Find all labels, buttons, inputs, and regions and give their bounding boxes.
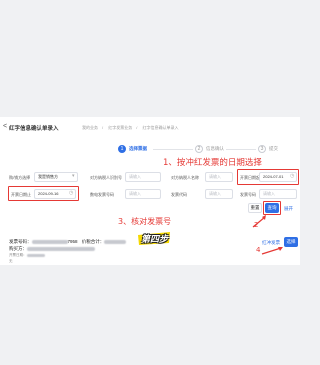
redacted-amount: [104, 239, 127, 244]
step-number: 2: [195, 145, 203, 153]
invoice-code-label: 发票代码: [171, 192, 187, 197]
step-label: 信息确认: [206, 146, 224, 151]
annotation-arrow-2: [252, 215, 266, 228]
breadcrumb-separator: /: [102, 125, 104, 130]
back-arrow-icon[interactable]: <: [3, 123, 7, 130]
annotation-step-3: 3、核对发票号: [118, 217, 172, 226]
breadcrumb-item: 红字信息确认单录入: [142, 125, 179, 130]
step-1: 1 选择票据: [118, 145, 147, 153]
select-button[interactable]: 选择: [284, 237, 298, 247]
annotation-step-2: 2: [254, 221, 259, 229]
page-title: 红字信息确认单录入: [9, 126, 59, 132]
step-number: 3: [258, 145, 266, 153]
highlight-query-button: [263, 201, 281, 215]
invoice-number-label: 发票号码: [240, 192, 256, 197]
reset-button[interactable]: 重置: [248, 203, 262, 213]
counterparty-name-label: 对方纳税人名称: [171, 175, 199, 180]
highlight-start-date: [237, 169, 299, 185]
invoice-date-row: 开票日期：: [9, 253, 45, 258]
breadcrumb: 我的业务 / 红字发票业务 / 红字信息确认单录入: [82, 125, 183, 131]
buyer-label: 购买方：: [9, 246, 27, 251]
annotation-step-1: 1、按冲红发票的日期选择: [163, 158, 262, 168]
step-2: 2 信息确认: [195, 145, 224, 153]
invoice-number-row: 发票号码： 7958 价税合计：: [9, 239, 127, 245]
expand-link[interactable]: 展开: [284, 206, 293, 212]
annotation-arrow-4: [261, 247, 283, 255]
step-label: 选择票据: [129, 146, 147, 151]
chevron-down-icon: ▾: [72, 173, 75, 179]
date-label: 开票日期：: [9, 253, 27, 257]
screen: < 红字信息确认单录入 我的业务 / 红字发票业务 / 红字信息确认单录入 1 选择…: [0, 0, 300, 365]
step-connector: [226, 149, 256, 150]
redacted-buyer: [27, 246, 95, 251]
invoice-buyer-row: 购买方：: [9, 246, 95, 252]
redacted-text: [31, 239, 68, 244]
step-label: 提交: [269, 146, 278, 151]
counterparty-name-input[interactable]: 请输入: [205, 172, 233, 182]
invoice-no-label: 数电发票号码: [90, 192, 114, 197]
breadcrumb-item[interactable]: 红字发票业务: [108, 125, 132, 130]
invoice-note: 无: [9, 259, 13, 263]
step-3: 3 提交: [258, 145, 278, 153]
invoice-no-suffix: 7958: [67, 239, 78, 244]
step-number: 1: [118, 145, 126, 153]
annotation-step-4: 4: [256, 246, 261, 254]
invoice-no-label: 发票号码：: [9, 239, 32, 244]
invoice-no-input[interactable]: 请输入: [125, 189, 161, 199]
breadcrumb-item[interactable]: 我的业务: [82, 125, 98, 130]
redacted-date: [26, 253, 45, 257]
step-connector: [153, 149, 193, 150]
buyer-seller-label: 购/销方选择: [9, 175, 31, 180]
highlight-end-date: [8, 186, 79, 201]
invoice-number-input[interactable]: 请输入: [259, 189, 297, 199]
counterparty-tax-label: 对方纳税人识别号: [90, 175, 122, 180]
step-four-label: 第四步: [141, 234, 169, 244]
invoice-code-input[interactable]: 请输入: [205, 189, 233, 199]
counterparty-tax-input[interactable]: 请输入: [125, 172, 161, 182]
total-label: 价税合计：: [81, 239, 105, 244]
breadcrumb-separator: /: [136, 125, 138, 130]
